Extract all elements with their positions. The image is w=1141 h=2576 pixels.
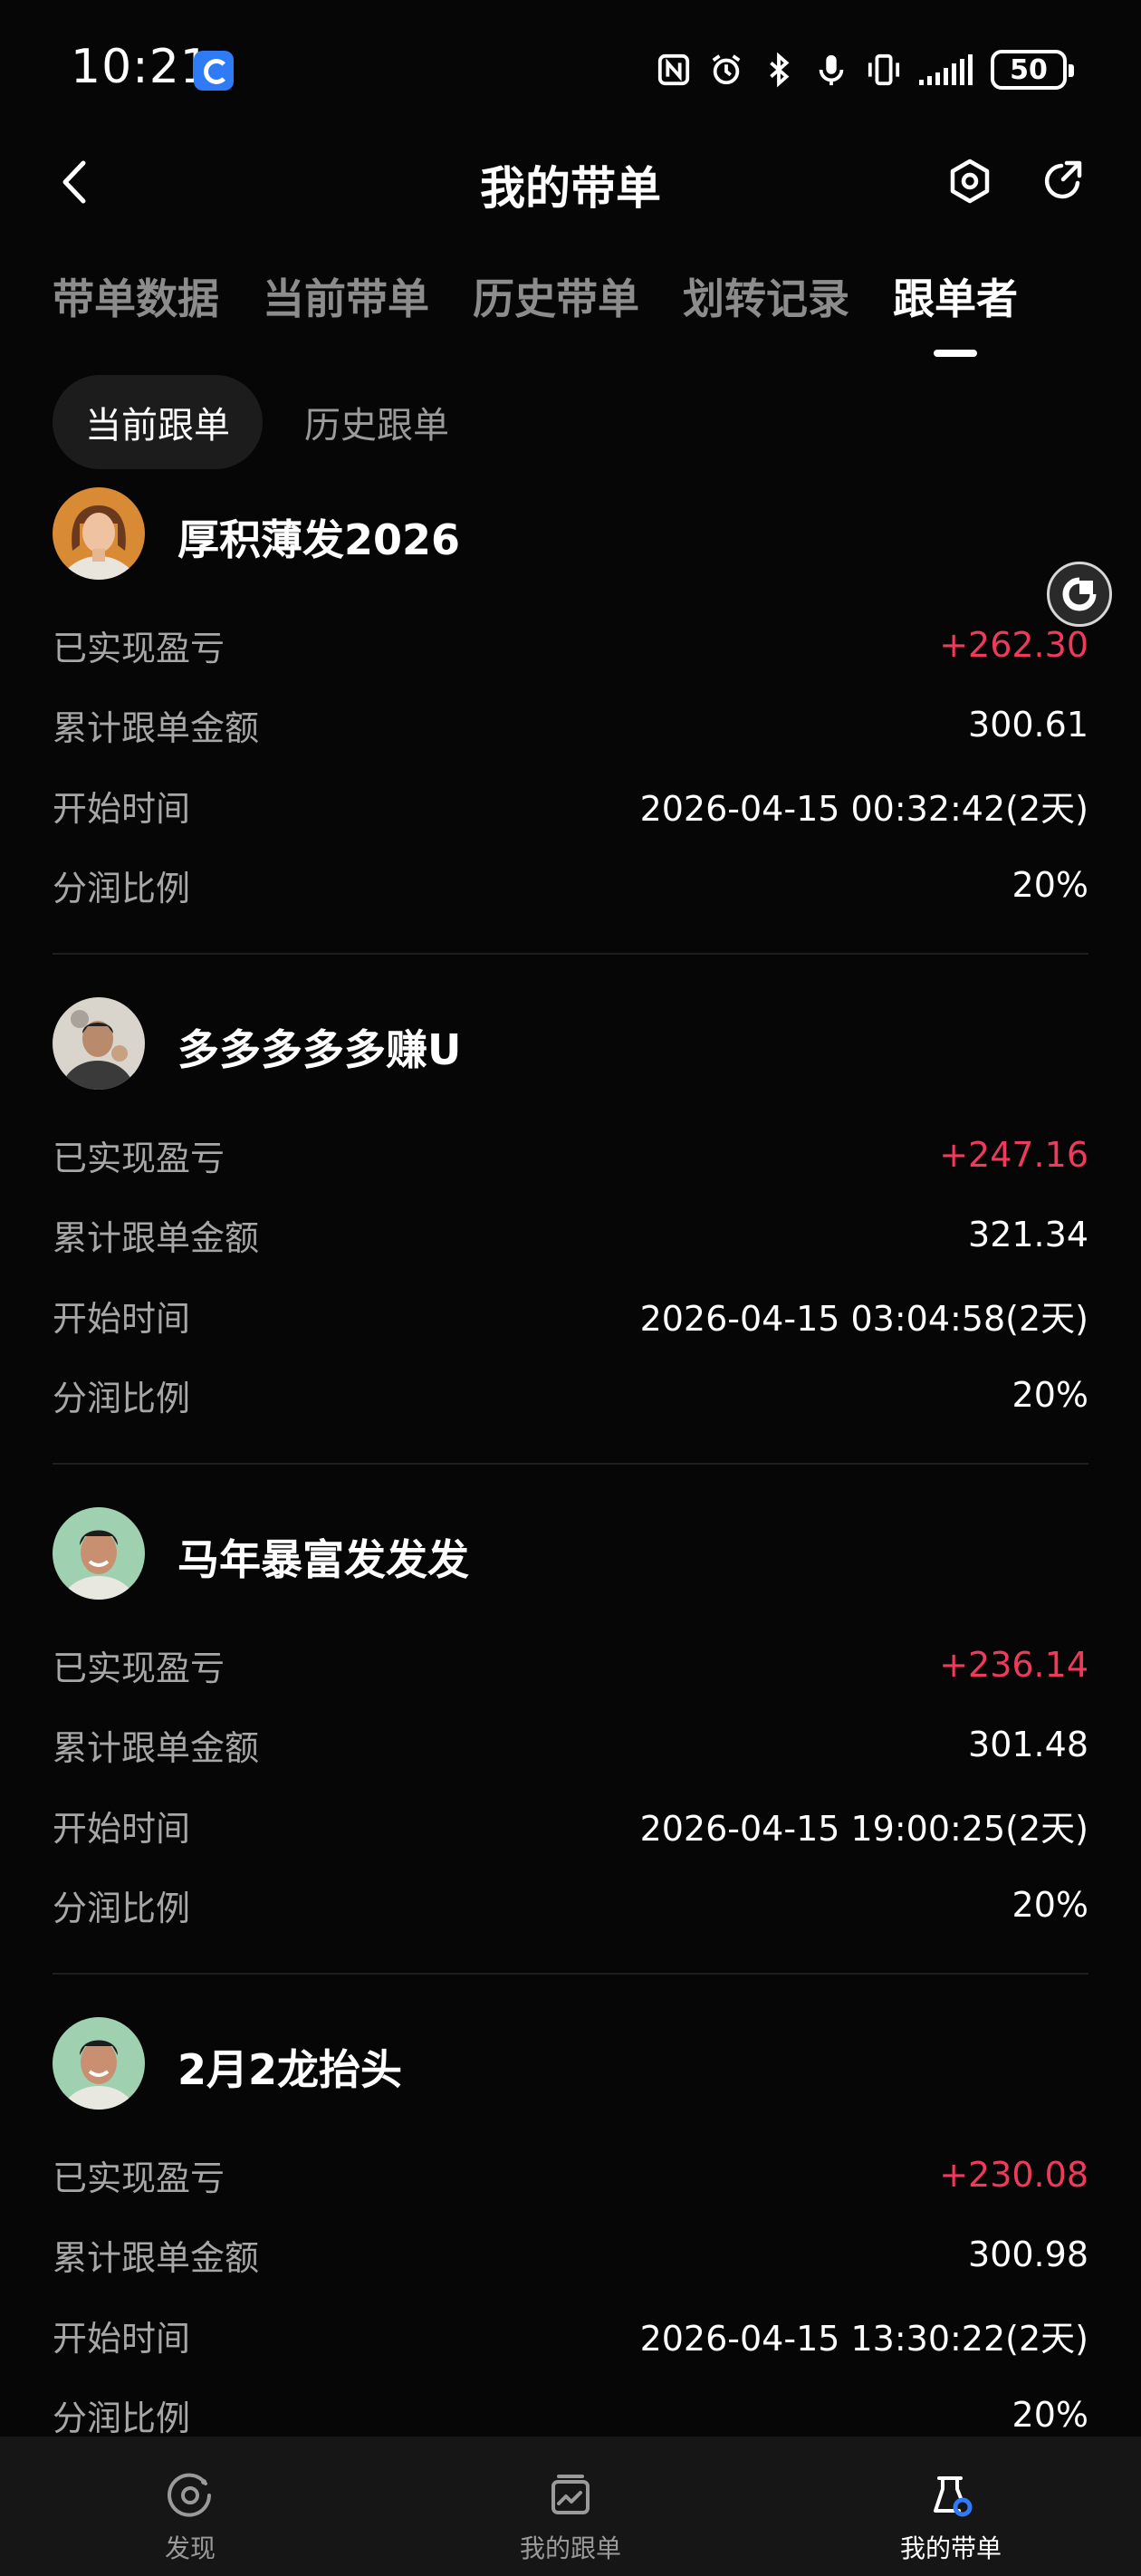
subtab-history-following[interactable]: 历史跟单 <box>272 375 482 469</box>
refresh-icon <box>1062 577 1097 611</box>
share-button[interactable] <box>1038 156 1088 207</box>
microphone-icon <box>814 52 849 88</box>
app-notification-icon <box>194 51 234 91</box>
start-time-row: 开始时间 2026-04-15 03:04:58(2天) <box>53 1288 1088 1342</box>
subtab-current-following[interactable]: 当前跟单 <box>53 375 263 469</box>
my-copy-trades-icon <box>546 2471 595 2520</box>
share-ratio-value: 20% <box>1012 865 1088 905</box>
amount-value: 321.34 <box>968 1215 1088 1254</box>
share-ratio-row: 分润比例 20% <box>53 1885 1088 1928</box>
status-bar: 10:21 50 <box>0 0 1141 136</box>
pnl-value: +262.30 <box>939 625 1088 665</box>
alarm-icon <box>709 52 743 88</box>
tab-history-leads[interactable]: 历史带单 <box>473 266 639 326</box>
settings-icon <box>950 159 990 204</box>
main-tabs: 带单数据 当前带单 历史带单 划转记录 跟单者 <box>53 266 1018 357</box>
sub-tabs: 当前跟单 历史跟单 <box>53 375 482 469</box>
share-ratio-value: 20% <box>1012 1375 1088 1415</box>
follower-list: 厚积薄发2026 已实现盈亏 +262.30 累计跟单金额 300.61 开始时间 2… <box>0 480 1141 2520</box>
nav-my-copy-trades[interactable]: 我的跟单 <box>380 2437 761 2576</box>
tab-lead-data[interactable]: 带单数据 <box>53 266 219 326</box>
battery-icon: 50 <box>991 50 1074 90</box>
amount-value: 300.98 <box>968 2235 1088 2274</box>
start-time-value: 2026-04-15 00:32:42(2天) <box>639 788 1088 829</box>
avatar <box>53 2017 145 2110</box>
nfc-icon <box>657 52 691 88</box>
share-ratio-row: 分润比例 20% <box>53 865 1088 908</box>
follower-card[interactable]: 多多多多多赚U 已实现盈亏 +247.16 累计跟单金额 321.34 开始时间 20… <box>0 990 1141 1500</box>
tab-current-leads[interactable]: 当前带单 <box>263 266 429 326</box>
amount-row: 累计跟单金额 300.61 <box>53 705 1088 748</box>
nav-my-lead-trades[interactable]: 我的带单 <box>761 2437 1141 2576</box>
vibrate-icon <box>867 52 901 88</box>
divider <box>53 1463 1088 1465</box>
avatar <box>53 1507 145 1600</box>
amount-row: 累计跟单金额 301.48 <box>53 1725 1088 1768</box>
follower-name: 马年暴富发发发 <box>177 1535 469 1584</box>
pnl-value: +247.16 <box>939 1135 1088 1175</box>
active-tab-indicator <box>934 350 977 357</box>
start-time-row: 开始时间 2026-04-15 19:00:25(2天) <box>53 1798 1088 1852</box>
follower-name: 2月2龙抬头 <box>177 2045 403 2094</box>
discover-icon <box>166 2471 215 2520</box>
pnl-value: +236.14 <box>939 1645 1088 1685</box>
divider <box>53 953 1088 955</box>
status-time: 10:21 <box>71 40 211 94</box>
share-ratio-value: 20% <box>1012 1885 1088 1925</box>
pnl-row: 已实现盈亏 +262.30 <box>53 625 1088 668</box>
start-time-row: 开始时间 2026-04-15 13:30:22(2天) <box>53 2308 1088 2362</box>
amount-value: 301.48 <box>968 1725 1088 1764</box>
nav-discover[interactable]: 发现 <box>0 2437 380 2576</box>
share-icon <box>1044 160 1082 199</box>
tab-transfer-records[interactable]: 划转记录 <box>683 266 849 326</box>
start-time-value: 2026-04-15 19:00:25(2天) <box>639 1808 1088 1849</box>
battery-level: 50 <box>1010 53 1048 86</box>
divider <box>53 1973 1088 1975</box>
follower-name: 厚积薄发2026 <box>177 515 461 564</box>
bluetooth-icon <box>762 52 796 88</box>
amount-row: 累计跟单金额 321.34 <box>53 1215 1088 1258</box>
pnl-row: 已实现盈亏 +247.16 <box>53 1135 1088 1178</box>
status-icons: 50 <box>657 47 1074 92</box>
amount-value: 300.61 <box>968 705 1088 745</box>
settings-button[interactable] <box>944 156 995 207</box>
floating-assistant-button[interactable] <box>1047 562 1112 627</box>
tab-followers[interactable]: 跟单者 <box>893 266 1018 357</box>
page-header: 我的带单 <box>0 136 1141 226</box>
avatar <box>53 997 145 1090</box>
bottom-nav: 发现 我的跟单 我的带单 <box>0 2437 1141 2576</box>
share-ratio-value: 20% <box>1012 2395 1088 2435</box>
pnl-value: +230.08 <box>939 2155 1088 2195</box>
avatar <box>53 487 145 580</box>
signal-icon <box>919 54 973 85</box>
share-ratio-row: 分润比例 20% <box>53 2395 1088 2438</box>
start-time-value: 2026-04-15 03:04:58(2天) <box>639 1298 1088 1339</box>
follower-name: 多多多多多赚U <box>177 1025 462 1074</box>
amount-row: 累计跟单金额 300.98 <box>53 2235 1088 2278</box>
pnl-row: 已实现盈亏 +236.14 <box>53 1645 1088 1688</box>
share-ratio-row: 分润比例 20% <box>53 1375 1088 1418</box>
follower-card[interactable]: 厚积薄发2026 已实现盈亏 +262.30 累计跟单金额 300.61 开始时间 2… <box>0 480 1141 990</box>
follower-card[interactable]: 马年暴富发发发 已实现盈亏 +236.14 累计跟单金额 301.48 开始时间 20… <box>0 1500 1141 2010</box>
start-time-value: 2026-04-15 13:30:22(2天) <box>639 2318 1088 2359</box>
start-time-row: 开始时间 2026-04-15 00:32:42(2天) <box>53 778 1088 832</box>
pnl-row: 已实现盈亏 +230.08 <box>53 2155 1088 2198</box>
my-lead-trades-icon <box>926 2471 975 2520</box>
